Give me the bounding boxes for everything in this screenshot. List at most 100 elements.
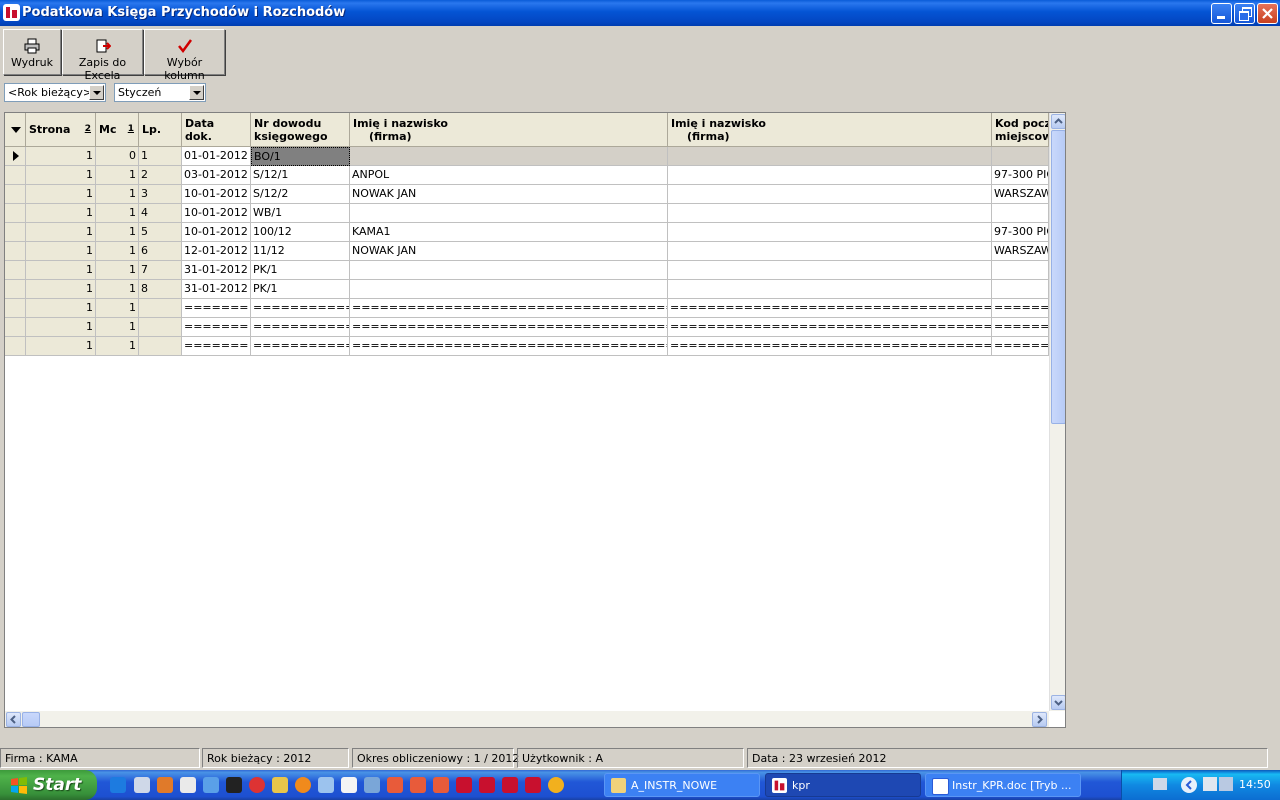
cell-lp[interactable]: 2 bbox=[139, 166, 182, 185]
row-indicator[interactable] bbox=[5, 280, 26, 299]
header-strona[interactable]: Strona 2 bbox=[26, 113, 96, 147]
scroll-right-button[interactable] bbox=[1032, 712, 1047, 727]
cell-lp[interactable]: 7 bbox=[139, 261, 182, 280]
row-indicator[interactable] bbox=[5, 166, 26, 185]
cell-nr[interactable]: PK/1 bbox=[251, 280, 350, 299]
title-bar[interactable]: Podatkowa Księga Przychodów i Rozchodów bbox=[0, 0, 1280, 26]
row-indicator[interactable] bbox=[5, 261, 26, 280]
cell-kod[interactable]: 97-300 PIO bbox=[992, 223, 1049, 242]
cell-data[interactable]: 10-01-2012 bbox=[182, 204, 251, 223]
chevron-left-icon[interactable] bbox=[1181, 777, 1197, 793]
scroll-left-button[interactable] bbox=[6, 712, 21, 727]
cell-lp[interactable]: 4 bbox=[139, 204, 182, 223]
row-indicator[interactable] bbox=[5, 147, 26, 166]
kpr-launcher-icon[interactable] bbox=[433, 777, 449, 793]
cell-imie[interactable]: ======================================= bbox=[350, 337, 668, 356]
kpr-launcher-icon[interactable] bbox=[387, 777, 403, 793]
cell-imie2[interactable]: ======================================= bbox=[668, 318, 992, 337]
header-data[interactable]: Data dok. bbox=[182, 113, 251, 147]
month-select[interactable]: Styczeń bbox=[114, 83, 206, 102]
cell-strona[interactable]: 1 bbox=[26, 261, 96, 280]
document-icon[interactable] bbox=[341, 777, 357, 793]
desktop-icon[interactable] bbox=[134, 777, 150, 793]
cell-mc[interactable]: 1 bbox=[96, 299, 139, 318]
firefox-icon[interactable] bbox=[295, 777, 311, 793]
cell-nr[interactable]: S/12/1 bbox=[251, 166, 350, 185]
cell-nr[interactable]: BO/1 bbox=[251, 147, 350, 166]
cell-lp[interactable] bbox=[139, 337, 182, 356]
header-kod[interactable]: Kod poczt miejscow bbox=[992, 113, 1049, 147]
cell-imie2[interactable] bbox=[668, 185, 992, 204]
task-word[interactable]: Instr_KPR.doc [Tryb ... bbox=[925, 773, 1081, 797]
hscroll-thumb[interactable] bbox=[22, 712, 40, 727]
cell-strona[interactable]: 1 bbox=[26, 223, 96, 242]
cell-lp[interactable]: 3 bbox=[139, 185, 182, 204]
device-icon[interactable] bbox=[318, 777, 334, 793]
calculator-icon[interactable] bbox=[180, 777, 196, 793]
cell-mc[interactable]: 1 bbox=[96, 204, 139, 223]
cell-nr[interactable]: WB/1 bbox=[251, 204, 350, 223]
kpr-launcher-icon[interactable] bbox=[479, 777, 495, 793]
cmd-icon[interactable] bbox=[226, 777, 242, 793]
row-indicator[interactable] bbox=[5, 318, 26, 337]
cell-nr[interactable]: =========== bbox=[251, 337, 350, 356]
cell-imie2[interactable] bbox=[668, 166, 992, 185]
row-indicator[interactable] bbox=[5, 337, 26, 356]
cell-nr[interactable]: =========== bbox=[251, 318, 350, 337]
cell-kod[interactable] bbox=[992, 147, 1049, 166]
cell-kod[interactable]: 97-300 PIO bbox=[992, 166, 1049, 185]
column-select-button[interactable]: Wybór kolumn bbox=[144, 29, 225, 82]
chrome-icon[interactable] bbox=[548, 777, 564, 793]
restore-button[interactable] bbox=[1234, 3, 1255, 24]
cell-nr[interactable]: S/12/2 bbox=[251, 185, 350, 204]
cell-mc[interactable]: 1 bbox=[96, 223, 139, 242]
cell-data[interactable]: ======= bbox=[182, 337, 251, 356]
print-button[interactable]: Wydruk bbox=[3, 29, 61, 75]
cell-kod[interactable] bbox=[992, 280, 1049, 299]
start-button[interactable]: Start bbox=[0, 770, 97, 800]
chevron-down-icon[interactable] bbox=[89, 85, 104, 100]
cell-mc[interactable]: 0 bbox=[96, 147, 139, 166]
task-kpr[interactable]: kpr bbox=[765, 773, 921, 797]
kpr-launcher-icon[interactable] bbox=[525, 777, 541, 793]
vertical-scrollbar[interactable] bbox=[1049, 113, 1065, 711]
explorer-icon[interactable] bbox=[203, 777, 219, 793]
cell-mc[interactable]: 1 bbox=[96, 280, 139, 299]
cell-nr[interactable]: 11/12 bbox=[251, 242, 350, 261]
cell-imie2[interactable] bbox=[668, 147, 992, 166]
task-folder[interactable]: A_INSTR_NOWE bbox=[604, 773, 760, 797]
year-select[interactable]: <Rok bieżący> bbox=[4, 83, 106, 102]
cell-imie[interactable] bbox=[350, 147, 668, 166]
cell-imie[interactable] bbox=[350, 204, 668, 223]
row-indicator[interactable] bbox=[5, 223, 26, 242]
cell-strona[interactable]: 1 bbox=[26, 280, 96, 299]
cell-imie[interactable]: ======================================= bbox=[350, 318, 668, 337]
cell-kod[interactable] bbox=[992, 204, 1049, 223]
cell-imie2[interactable] bbox=[668, 261, 992, 280]
download-icon[interactable] bbox=[364, 777, 380, 793]
monitor-icon[interactable] bbox=[1219, 777, 1233, 791]
row-indicator[interactable] bbox=[5, 299, 26, 318]
cell-imie[interactable]: NOWAK JAN bbox=[350, 185, 668, 204]
ie-icon[interactable] bbox=[110, 777, 126, 793]
cell-mc[interactable]: 1 bbox=[96, 242, 139, 261]
cell-imie[interactable]: NOWAK JAN bbox=[350, 242, 668, 261]
cell-strona[interactable]: 1 bbox=[26, 242, 96, 261]
cell-imie[interactable]: ======================================= bbox=[350, 299, 668, 318]
cell-lp[interactable] bbox=[139, 299, 182, 318]
minimize-button[interactable] bbox=[1211, 3, 1232, 24]
cell-data[interactable]: 10-01-2012 bbox=[182, 223, 251, 242]
cell-imie[interactable] bbox=[350, 261, 668, 280]
row-indicator[interactable] bbox=[5, 242, 26, 261]
cell-mc[interactable]: 1 bbox=[96, 261, 139, 280]
cell-kod[interactable]: WARSZAWA bbox=[992, 242, 1049, 261]
cell-data[interactable]: 10-01-2012 bbox=[182, 185, 251, 204]
cell-strona[interactable]: 1 bbox=[26, 318, 96, 337]
cell-lp[interactable]: 1 bbox=[139, 147, 182, 166]
cell-lp[interactable]: 6 bbox=[139, 242, 182, 261]
cell-kod[interactable]: ========== bbox=[992, 318, 1049, 337]
cell-kod[interactable]: ========== bbox=[992, 299, 1049, 318]
cell-data[interactable]: ======= bbox=[182, 299, 251, 318]
cell-nr[interactable]: PK/1 bbox=[251, 261, 350, 280]
cell-imie[interactable]: KAMA1 bbox=[350, 223, 668, 242]
